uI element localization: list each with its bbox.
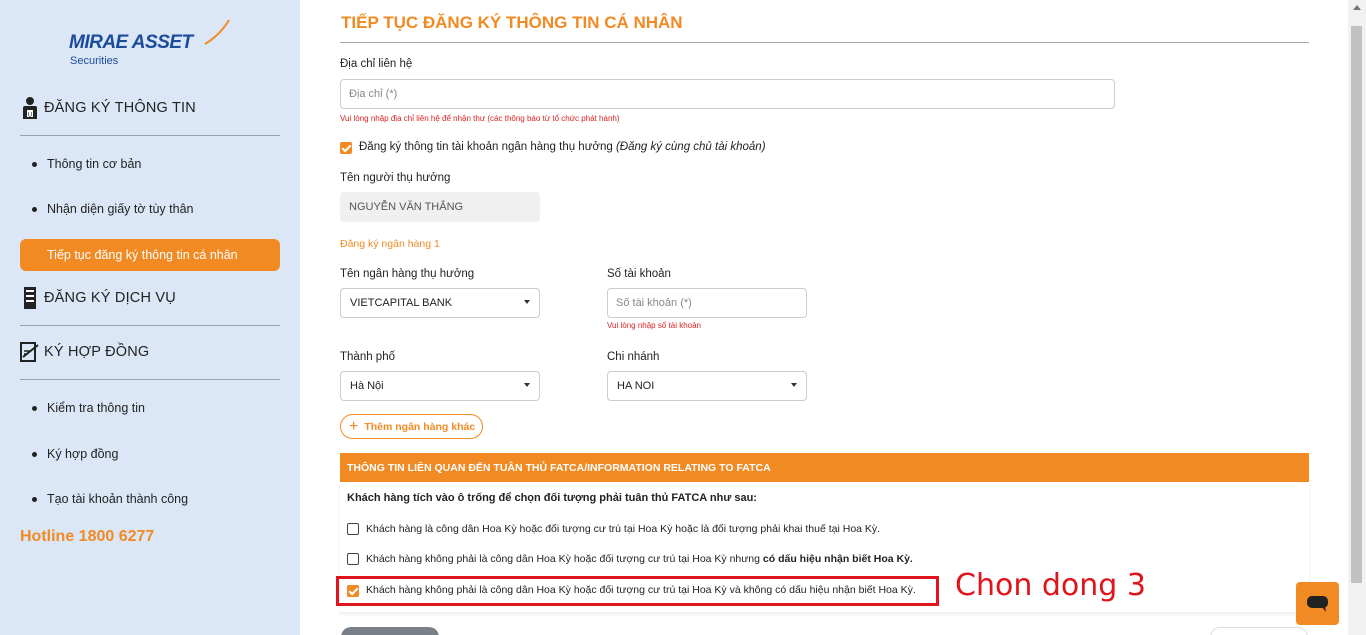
chevron-down-icon <box>524 300 530 304</box>
divider <box>20 135 280 136</box>
sidebar-item-sign-contract[interactable]: Ký hợp đồng <box>32 447 118 461</box>
beneficiary-label: Tên người thụ hưởng <box>340 172 451 184</box>
scrollbar-thumb[interactable] <box>1351 26 1362 583</box>
add-bank-label: Thêm ngân hàng khác <box>364 420 476 433</box>
bank-register-label-note: (Đăng ký cùng chủ tài khoản) <box>615 141 766 153</box>
document-icon <box>24 287 36 309</box>
bank-name-label: Tên ngân hàng thụ hưởng <box>340 268 475 280</box>
account-no-label: Số tài khoản <box>607 268 671 280</box>
divider <box>20 325 280 326</box>
sidebar-item-check-info[interactable]: Kiểm tra thông tin <box>32 401 145 415</box>
scroll-up-arrow-icon[interactable] <box>1353 5 1361 10</box>
fatca-header: THÔNG TIN LIÊN QUAN ĐẾN TUÂN THỦ FATCA/I… <box>340 453 1309 482</box>
sidebar-item-label: Thông tin cơ bản <box>47 157 142 171</box>
address-label: Địa chỉ liên hệ <box>340 58 413 70</box>
account-no-placeholder: Số tài khoản (*) <box>616 297 692 309</box>
fatca-option-2-label: Khách hàng không phải là công dân Hoa Kỳ… <box>366 553 913 565</box>
beneficiary-field: NGUYỄN VĂN THẮNG <box>340 192 540 222</box>
fatca-option-text: Khách hàng là công dân Hoa Kỳ hoặc đối t… <box>366 523 881 535</box>
logo-main-text: MIRAE ASSET <box>69 32 193 53</box>
address-input[interactable]: Địa chỉ (*) <box>340 79 1115 109</box>
bank-name-select[interactable]: VIETCAPITAL BANK <box>340 288 540 318</box>
user-icon: U <box>23 97 37 119</box>
bullet-icon <box>32 451 37 457</box>
bank-register-label: Đăng ký thông tin tài khoản ngân hàng th… <box>359 141 766 153</box>
branch-label: Chi nhánh <box>607 351 660 363</box>
fatca-option-1-checkbox[interactable] <box>347 523 359 535</box>
logo-sub-text: Securities <box>70 55 119 67</box>
bank-section-title: Đăng ký ngân hàng 1 <box>340 238 440 250</box>
branch-value: HA NOI <box>617 380 655 392</box>
bank-name-value: VIETCAPITAL BANK <box>350 297 453 309</box>
chat-icon <box>1307 596 1328 612</box>
bank-register-label-main: Đăng ký thông tin tài khoản ngân hàng th… <box>359 141 613 153</box>
address-error: Vui lòng nhập địa chỉ liên hệ để nhận th… <box>340 114 620 123</box>
scrollbar[interactable] <box>1348 0 1366 635</box>
hotline[interactable]: Hotline 1800 6277 <box>20 528 154 546</box>
city-select[interactable]: Hà Nội <box>340 371 540 401</box>
sidebar: MIRAE ASSET Securities U ĐĂNG KÝ THÔNG T… <box>0 0 300 635</box>
section-title: KÝ HỢP ĐỒNG <box>44 344 150 360</box>
bullet-icon <box>32 161 37 167</box>
chevron-down-icon <box>524 383 530 387</box>
main-content: TIẾP TỤC ĐĂNG KÝ THÔNG TIN CÁ NHÂN Địa c… <box>300 0 1348 635</box>
bullet-icon <box>32 496 37 502</box>
mirae-asset-logo[interactable]: MIRAE ASSET Securities <box>69 18 239 70</box>
city-label: Thành phố <box>340 351 395 363</box>
sidebar-item-basic-info[interactable]: Thông tin cơ bản <box>32 157 141 171</box>
fatca-option-text-bold: có dấu hiệu nhận biết Hoa Kỳ. <box>762 553 913 565</box>
chat-button[interactable] <box>1296 582 1339 625</box>
address-placeholder: Địa chỉ (*) <box>349 88 398 100</box>
sidebar-item-label: Kiểm tra thông tin <box>47 401 145 415</box>
page-title: TIẾP TỤC ĐĂNG KÝ THÔNG TIN CÁ NHÂN <box>341 13 683 32</box>
divider <box>20 379 280 380</box>
sidebar-item-label: Tạo tài khoản thành công <box>47 492 189 506</box>
section-title: ĐĂNG KÝ THÔNG TIN <box>44 100 196 116</box>
sidebar-item-label: Ký hợp đồng <box>47 447 119 461</box>
logo-swoosh-icon <box>204 19 230 45</box>
sidebar-item-label: Tiếp tục đăng ký thông tin cá nhân <box>47 248 238 262</box>
city-value: Hà Nội <box>350 380 384 392</box>
section-title: ĐĂNG KÝ DỊCH VỤ <box>44 290 176 306</box>
section-sign-contract[interactable]: KÝ HỢP ĐỒNG <box>20 340 149 364</box>
bullet-icon <box>32 405 37 411</box>
sidebar-item-continue-personal-info[interactable]: Tiếp tục đăng ký thông tin cá nhân <box>20 239 280 271</box>
add-bank-button[interactable]: + Thêm ngân hàng khác <box>340 414 483 439</box>
fatca-option-text: Khách hàng không phải là công dân Hoa Kỳ… <box>366 553 763 565</box>
next-button[interactable] <box>1210 627 1308 635</box>
annotation-highlight-box <box>336 576 939 606</box>
sidebar-item-account-created[interactable]: Tạo tài khoản thành công <box>32 492 188 506</box>
account-no-input[interactable]: Số tài khoản (*) <box>607 288 807 318</box>
beneficiary-value: NGUYỄN VĂN THẮNG <box>349 201 464 213</box>
section-register-info[interactable]: U ĐĂNG KÝ THÔNG TIN <box>20 96 196 120</box>
sidebar-item-id-document[interactable]: Nhận diện giấy tờ tùy thân <box>32 202 193 216</box>
account-no-error: Vui lòng nhập số tài khoản <box>607 321 701 330</box>
sidebar-item-label: Nhận diện giấy tờ tùy thân <box>47 202 194 216</box>
svg-text:U: U <box>28 112 33 119</box>
bullet-icon <box>32 206 37 212</box>
back-button[interactable] <box>341 627 439 635</box>
plus-icon: + <box>349 417 359 435</box>
fatca-option-1-label: Khách hàng là công dân Hoa Kỳ hoặc đối t… <box>366 523 880 535</box>
bank-register-checkbox[interactable] <box>340 142 352 154</box>
fatca-question: Khách hàng tích vào ô trống để chọn đối … <box>347 492 757 504</box>
branch-select[interactable]: HA NOI <box>607 371 807 401</box>
signature-icon <box>20 342 39 362</box>
chevron-down-icon <box>791 383 797 387</box>
section-register-service[interactable]: ĐĂNG KÝ DỊCH VỤ <box>20 286 176 310</box>
divider <box>340 42 1309 43</box>
fatca-option-2-checkbox[interactable] <box>347 553 359 565</box>
annotation-text: Chon dong 3 <box>955 568 1146 603</box>
